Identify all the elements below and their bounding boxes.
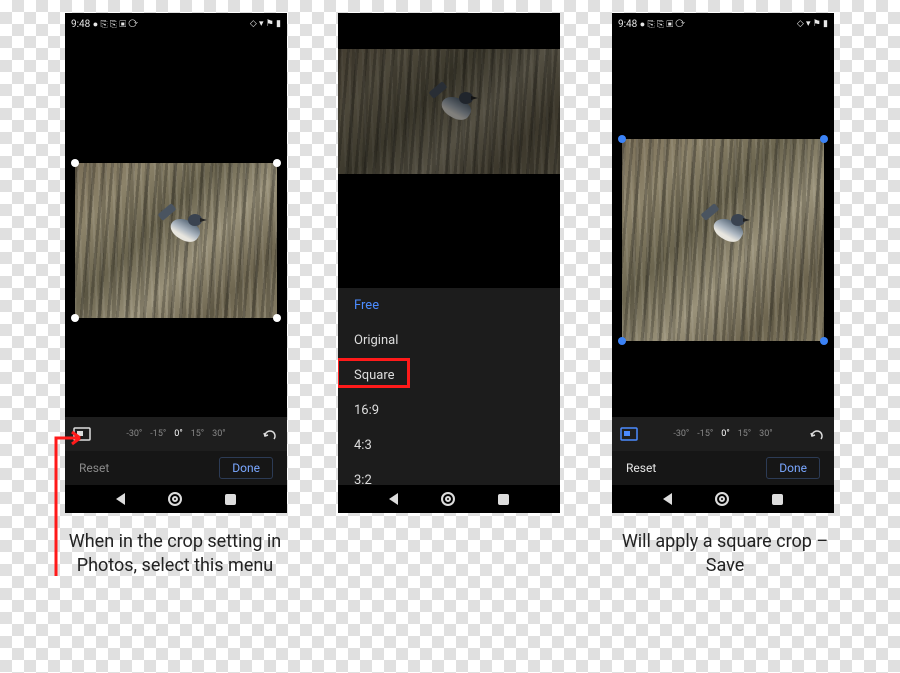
phone-screen-crop-free: 9:48 ● ⎘ ⎘ ▣ ⟳ ◇ ▾ ⚑ ▮ -30° -15° 0° 15° …	[65, 13, 287, 513]
deg-mark: -30°	[673, 429, 689, 439]
status-right-icons: ◇ ▾ ⚑ ▮	[797, 19, 828, 29]
rotate-icon[interactable]	[261, 427, 279, 441]
phone-screen-crop-square: 9:48 ● ⎘ ⎘ ▣ ⟳ ◇ ▾ ⚑ ▮ -30° -15° 0° 15° …	[612, 13, 834, 513]
action-bar: Reset Done	[65, 451, 287, 485]
photo-preview-dim	[338, 49, 560, 174]
aspect-ratio-menu: Free Original Square 16:9 4:3 3:2	[338, 288, 560, 498]
nav-back-icon[interactable]	[389, 493, 398, 505]
nav-recent-icon[interactable]	[772, 494, 783, 505]
photo-preview[interactable]	[75, 163, 277, 318]
crop-canvas[interactable]	[65, 145, 287, 335]
rotation-slider[interactable]: -30° -15° 0° 15° 30°	[126, 429, 225, 439]
photo-subject-bird	[160, 206, 208, 254]
nav-home-icon[interactable]	[168, 492, 182, 506]
deg-mark: 15°	[191, 429, 204, 439]
nav-home-icon[interactable]	[441, 492, 455, 506]
deg-mark: 15°	[738, 429, 751, 439]
phone-screen-ratio-menu: Free Original Square 16:9 4:3 3:2	[338, 13, 560, 513]
nav-back-icon[interactable]	[116, 493, 125, 505]
nav-recent-icon[interactable]	[225, 494, 236, 505]
ratio-option-free[interactable]: Free	[338, 288, 560, 323]
done-button[interactable]: Done	[219, 457, 273, 479]
caption-left: When in the crop setting in Photos, sele…	[60, 530, 290, 579]
ratio-option-original[interactable]: Original	[338, 323, 560, 358]
photo-subject-bird	[431, 84, 479, 132]
status-time: 9:48	[618, 19, 637, 30]
action-bar: Reset Done	[612, 451, 834, 485]
annotation-arrow-icon	[36, 426, 92, 586]
deg-mark-zero: 0°	[721, 429, 729, 439]
ratio-option-16-9[interactable]: 16:9	[338, 393, 560, 428]
deg-mark: 30°	[212, 429, 225, 439]
deg-mark: -15°	[150, 429, 166, 439]
nav-home-icon[interactable]	[715, 492, 729, 506]
android-nav-bar	[338, 485, 560, 513]
done-button[interactable]: Done	[766, 457, 820, 479]
crop-toolbar: -30° -15° 0° 15° 30°	[65, 417, 287, 451]
crop-handle-top-right[interactable]	[273, 159, 281, 167]
android-nav-bar	[65, 485, 287, 513]
status-left-icons: ● ⎘ ⎘ ▣ ⟳	[640, 20, 685, 30]
status-time: 9:48	[71, 19, 90, 30]
status-left-icons: ● ⎘ ⎘ ▣ ⟳	[93, 20, 138, 30]
photo-subject-bird	[703, 206, 751, 254]
reset-button[interactable]: Reset	[626, 461, 656, 475]
photo-preview-square[interactable]	[622, 139, 824, 341]
deg-mark-zero: 0°	[174, 429, 182, 439]
caption-right: Will apply a square crop – Save	[610, 530, 840, 579]
ratio-option-4-3[interactable]: 4:3	[338, 428, 560, 463]
status-bar: 9:48 ● ⎘ ⎘ ▣ ⟳ ◇ ▾ ⚑ ▮	[612, 13, 834, 35]
deg-mark: -30°	[126, 429, 142, 439]
crop-handle-top-right[interactable]	[820, 135, 828, 143]
status-right-icons: ◇ ▾ ⚑ ▮	[250, 19, 281, 29]
deg-mark: 30°	[759, 429, 772, 439]
crop-canvas[interactable]	[612, 130, 834, 350]
crop-handle-bottom-right[interactable]	[820, 337, 828, 345]
nav-back-icon[interactable]	[663, 493, 672, 505]
crop-handle-bottom-left[interactable]	[618, 337, 626, 345]
crop-handle-top-left[interactable]	[71, 159, 79, 167]
crop-toolbar: -30° -15° 0° 15° 30°	[612, 417, 834, 451]
android-nav-bar	[612, 485, 834, 513]
crop-handle-bottom-left[interactable]	[71, 314, 79, 322]
rotation-slider[interactable]: -30° -15° 0° 15° 30°	[673, 429, 772, 439]
status-bar: 9:48 ● ⎘ ⎘ ▣ ⟳ ◇ ▾ ⚑ ▮	[65, 13, 287, 35]
nav-recent-icon[interactable]	[498, 494, 509, 505]
aspect-ratio-icon-active[interactable]	[620, 427, 638, 441]
crop-canvas-dim	[338, 45, 560, 185]
rotate-icon[interactable]	[808, 427, 826, 441]
deg-mark: -15°	[697, 429, 713, 439]
crop-handle-top-left[interactable]	[618, 135, 626, 143]
crop-handle-bottom-right[interactable]	[273, 314, 281, 322]
annotation-highlight-box	[338, 358, 410, 388]
